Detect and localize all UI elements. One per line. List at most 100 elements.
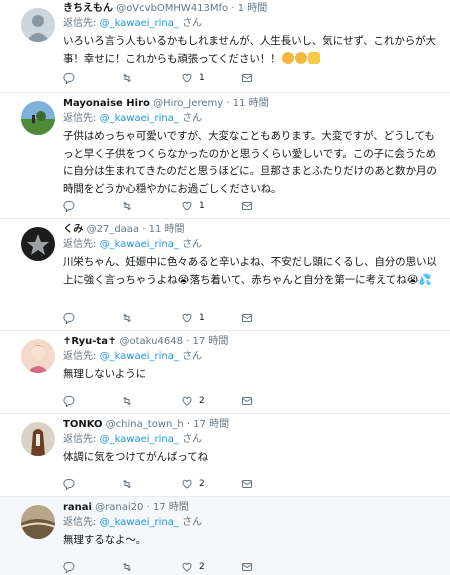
tweet-item[interactable]: Mayonaise Hiro @Hiro_Jeremy · 11 時間 返信先:… <box>0 93 450 219</box>
like-count: 2 <box>199 479 205 489</box>
reply-button[interactable] <box>63 199 81 213</box>
dm-button[interactable] <box>241 477 253 491</box>
reply-icon <box>63 72 75 84</box>
timestamp[interactable]: 11 時間 <box>233 98 269 109</box>
dm-button[interactable] <box>241 394 253 408</box>
like-count: 2 <box>199 396 205 406</box>
dm-button[interactable] <box>241 311 253 325</box>
like-count: 1 <box>199 73 205 83</box>
retweet-button[interactable] <box>121 560 139 574</box>
tweet-item[interactable]: ranai @ranai20 · 17 時間 返信先: @_kawaei_rin… <box>0 497 450 575</box>
envelope-icon <box>242 202 252 210</box>
reply-button[interactable] <box>63 394 81 408</box>
like-count: 2 <box>199 562 205 572</box>
reply-button[interactable] <box>63 477 81 491</box>
like-button[interactable]: 1 <box>181 311 205 325</box>
like-button[interactable]: 1 <box>181 199 205 213</box>
heart-icon <box>182 396 192 406</box>
tweet-text: 体調に気をつけてがんばってね <box>63 451 209 463</box>
tweet-item[interactable]: TONKO @china_town_h · 17 時間 返信先: @_kawae… <box>0 414 450 497</box>
mention-link[interactable]: @_kawaei_rina_ <box>100 239 179 250</box>
reply-icon <box>63 200 75 212</box>
mention-link[interactable]: @_kawaei_rina_ <box>100 517 179 528</box>
reply-context: 返信先: @_kawaei_rina_ さん <box>63 18 203 29</box>
retweet-button[interactable] <box>121 71 139 85</box>
display-name[interactable]: ✝Ryu-ta✝ <box>63 336 116 347</box>
retweet-button[interactable] <box>121 199 139 213</box>
mention-link[interactable]: @_kawaei_rina_ <box>100 18 179 29</box>
tweet-header: ranai @ranai20 · 17 時間 <box>63 502 189 513</box>
user-handle[interactable]: @ranai20 <box>95 502 143 513</box>
reply-button[interactable] <box>63 560 81 574</box>
timestamp[interactable]: 17 時間 <box>153 502 189 513</box>
display-name[interactable]: TONKO <box>63 419 103 430</box>
mention-link[interactable]: @_kawaei_rina_ <box>100 113 179 124</box>
display-name[interactable]: Mayonaise Hiro <box>63 98 150 109</box>
dm-button[interactable] <box>241 71 253 85</box>
user-handle[interactable]: @Hiro_Jeremy <box>153 98 223 109</box>
like-button[interactable]: 2 <box>181 477 205 491</box>
reply-icon <box>63 395 75 407</box>
user-handle[interactable]: @otaku4648 <box>120 336 183 347</box>
display-name[interactable]: くみ <box>63 224 83 235</box>
reply-context: 返信先: @_kawaei_rina_ さん <box>63 517 203 528</box>
user-handle[interactable]: @27_daaa <box>87 224 139 235</box>
mention-link[interactable]: @_kawaei_rina_ <box>100 351 179 362</box>
timestamp[interactable]: 11 時間 <box>149 224 185 235</box>
tweet-text: いろいろ言う人もいるかもしれませんが、人生長いし、気にせず、これからが大事！幸せ… <box>63 35 436 65</box>
heart-icon <box>182 479 192 489</box>
smile-emoji <box>294 51 307 64</box>
retweet-button[interactable] <box>121 394 139 408</box>
tweet-header: ✝Ryu-ta✝ @otaku4648 · 17 時間 <box>63 336 229 347</box>
reply-icon <box>63 478 75 490</box>
retweet-button[interactable] <box>121 477 139 491</box>
heart-icon <box>182 313 192 323</box>
timestamp[interactable]: 1 時間 <box>238 3 268 14</box>
avatar[interactable] <box>21 101 55 135</box>
reply-button[interactable] <box>63 71 81 85</box>
reply-context: 返信先: @_kawaei_rina_ さん <box>63 113 203 124</box>
like-count: 1 <box>199 201 205 211</box>
dm-button[interactable] <box>241 199 253 213</box>
reply-button[interactable] <box>63 311 81 325</box>
retweet-icon <box>123 313 131 323</box>
mention-link[interactable]: @_kawaei_rina_ <box>100 434 179 445</box>
avatar[interactable] <box>21 505 55 539</box>
retweet-button[interactable] <box>121 311 139 325</box>
tweet-item[interactable]: ✝Ryu-ta✝ @otaku4648 · 17 時間 返信先: @_kawae… <box>0 331 450 414</box>
reply-context: 返信先: @_kawaei_rina_ さん <box>63 434 203 445</box>
timestamp[interactable]: 17 時間 <box>193 419 229 430</box>
avatar[interactable] <box>21 227 55 261</box>
envelope-icon <box>242 563 252 571</box>
envelope-icon <box>242 314 252 322</box>
timestamp[interactable]: 17 時間 <box>193 336 229 347</box>
avatar[interactable] <box>21 422 55 456</box>
tweet-item[interactable]: きちえもん @oVcvbOMHW413Mfo · 1 時間 返信先: @_kaw… <box>0 0 450 93</box>
display-name[interactable]: きちえもん <box>63 3 113 14</box>
avatar[interactable] <box>21 339 55 373</box>
user-handle[interactable]: @oVcvbOMHW413Mfo <box>116 3 228 14</box>
display-name[interactable]: ranai <box>63 502 92 513</box>
tweet-item[interactable]: くみ @27_daaa · 11 時間 返信先: @_kawaei_rina_ … <box>0 219 450 331</box>
reply-icon <box>63 561 75 573</box>
tweet-text: 無理するなよ〜。 <box>63 534 147 546</box>
reply-context: 返信先: @_kawaei_rina_ さん <box>63 351 203 362</box>
envelope-icon <box>242 480 252 488</box>
retweet-icon <box>123 562 131 572</box>
like-button[interactable]: 1 <box>181 71 205 85</box>
reply-context: 返信先: @_kawaei_rina_ さん <box>63 239 203 250</box>
like-button[interactable]: 2 <box>181 394 205 408</box>
reply-timeline: きちえもん @oVcvbOMHW413Mfo · 1 時間 返信先: @_kaw… <box>0 0 450 575</box>
tweet-text: 子供はめっちゃ可愛いですが、大変なこともあります。大変ですが、どうしてもっと早く… <box>63 130 437 195</box>
tweet-text: 無理しないように <box>63 368 146 380</box>
tweet-header: きちえもん @oVcvbOMHW413Mfo · 1 時間 <box>63 3 268 14</box>
envelope-icon <box>242 74 252 82</box>
avatar[interactable] <box>21 8 55 42</box>
heart-icon <box>182 562 192 572</box>
retweet-icon <box>123 479 131 489</box>
dm-button[interactable] <box>241 560 253 574</box>
like-button[interactable]: 2 <box>181 560 205 574</box>
retweet-icon <box>123 201 131 211</box>
tweet-text: 川栄ちゃん、妊娠中に色々あると辛いよね、不安だし頭にくるし、自分の思い以上に強く… <box>63 256 437 286</box>
user-handle[interactable]: @china_town_h <box>106 419 184 430</box>
